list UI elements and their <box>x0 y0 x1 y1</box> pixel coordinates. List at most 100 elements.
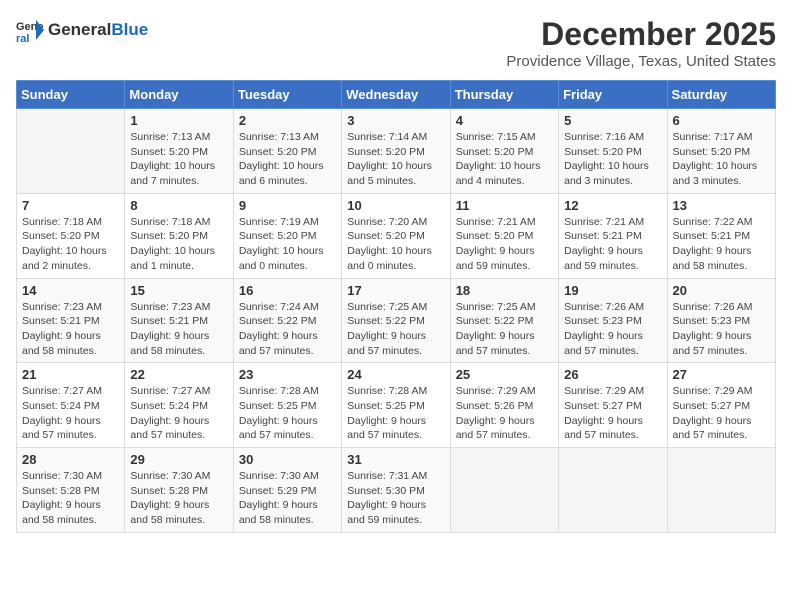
day-number: 23 <box>239 367 336 382</box>
day-number: 25 <box>456 367 553 382</box>
day-info: Sunrise: 7:21 AM Sunset: 5:20 PM Dayligh… <box>456 215 553 274</box>
calendar-cell: 4 Sunrise: 7:15 AM Sunset: 5:20 PM Daylig… <box>450 109 558 194</box>
day-info: Sunrise: 7:26 AM Sunset: 5:23 PM Dayligh… <box>673 300 770 359</box>
day-info: Sunrise: 7:17 AM Sunset: 5:20 PM Dayligh… <box>673 130 770 189</box>
day-number: 13 <box>673 198 770 213</box>
logo: Gene ral GeneralBlue <box>16 16 148 44</box>
calendar-cell: 2 Sunrise: 7:13 AM Sunset: 5:20 PM Daylig… <box>233 109 341 194</box>
week-row-3: 14 Sunrise: 7:23 AM Sunset: 5:21 PM Dayli… <box>17 278 776 363</box>
day-number: 18 <box>456 283 553 298</box>
day-number: 3 <box>347 113 444 128</box>
calendar-cell: 14 Sunrise: 7:23 AM Sunset: 5:21 PM Dayli… <box>17 278 125 363</box>
calendar-cell: 23 Sunrise: 7:28 AM Sunset: 5:25 PM Dayli… <box>233 363 341 448</box>
header-thursday: Thursday <box>450 81 558 109</box>
calendar-cell: 17Sunrise: 7:25 AM Sunset: 5:22 PM Dayli… <box>342 278 450 363</box>
day-number: 22 <box>130 367 227 382</box>
calendar-cell: 27 Sunrise: 7:29 AM Sunset: 5:27 PM Dayli… <box>667 363 775 448</box>
day-number: 14 <box>22 283 119 298</box>
calendar-cell: 21 Sunrise: 7:27 AM Sunset: 5:24 PM Dayli… <box>17 363 125 448</box>
calendar-cell: 31 Sunrise: 7:31 AM Sunset: 5:30 PM Dayli… <box>342 448 450 533</box>
day-info: Sunrise: 7:27 AM Sunset: 5:24 PM Dayligh… <box>22 384 119 443</box>
day-info: Sunrise: 7:28 AM Sunset: 5:25 PM Dayligh… <box>347 384 444 443</box>
day-info: Sunrise: 7:28 AM Sunset: 5:25 PM Dayligh… <box>239 384 336 443</box>
week-row-4: 21 Sunrise: 7:27 AM Sunset: 5:24 PM Dayli… <box>17 363 776 448</box>
day-number: 24 <box>347 367 444 382</box>
day-info: Sunrise: 7:21 AM Sunset: 5:21 PM Dayligh… <box>564 215 661 274</box>
day-number: 5 <box>564 113 661 128</box>
week-row-5: 28 Sunrise: 7:30 AM Sunset: 5:28 PM Dayli… <box>17 448 776 533</box>
day-number: 17 <box>347 283 444 298</box>
day-info: Sunrise: 7:30 AM Sunset: 5:28 PM Dayligh… <box>22 469 119 528</box>
day-info: Sunrise: 7:18 AM Sunset: 5:20 PM Dayligh… <box>22 215 119 274</box>
page-header: Gene ral GeneralBlue December 2025 Provi… <box>16 16 776 70</box>
day-info: Sunrise: 7:30 AM Sunset: 5:28 PM Dayligh… <box>130 469 227 528</box>
day-number: 27 <box>673 367 770 382</box>
calendar-cell <box>17 109 125 194</box>
day-number: 6 <box>673 113 770 128</box>
day-number: 2 <box>239 113 336 128</box>
day-info: Sunrise: 7:14 AM Sunset: 5:20 PM Dayligh… <box>347 130 444 189</box>
header-tuesday: Tuesday <box>233 81 341 109</box>
day-number: 4 <box>456 113 553 128</box>
calendar-cell: 20 Sunrise: 7:26 AM Sunset: 5:23 PM Dayli… <box>667 278 775 363</box>
day-number: 15 <box>130 283 227 298</box>
day-number: 11 <box>456 198 553 213</box>
day-number: 21 <box>22 367 119 382</box>
day-info: Sunrise: 7:29 AM Sunset: 5:27 PM Dayligh… <box>673 384 770 443</box>
calendar-cell <box>450 448 558 533</box>
day-info: Sunrise: 7:24 AM Sunset: 5:22 PM Dayligh… <box>239 300 336 359</box>
calendar-cell: 9Sunrise: 7:19 AM Sunset: 5:20 PM Daylig… <box>233 193 341 278</box>
calendar-cell: 29 Sunrise: 7:30 AM Sunset: 5:28 PM Dayli… <box>125 448 233 533</box>
week-row-1: 1 Sunrise: 7:13 AM Sunset: 5:20 PM Daylig… <box>17 109 776 194</box>
logo-icon: Gene ral <box>16 16 44 44</box>
calendar-header-row: SundayMondayTuesdayWednesdayThursdayFrid… <box>17 81 776 109</box>
day-number: 20 <box>673 283 770 298</box>
day-number: 30 <box>239 452 336 467</box>
day-number: 9 <box>239 198 336 213</box>
day-info: Sunrise: 7:16 AM Sunset: 5:20 PM Dayligh… <box>564 130 661 189</box>
calendar-cell: 19Sunrise: 7:26 AM Sunset: 5:23 PM Dayli… <box>559 278 667 363</box>
calendar-cell: 5 Sunrise: 7:16 AM Sunset: 5:20 PM Daylig… <box>559 109 667 194</box>
svg-text:ral: ral <box>16 33 29 44</box>
title-area: December 2025 Providence Village, Texas,… <box>506 16 776 70</box>
calendar-cell: 3 Sunrise: 7:14 AM Sunset: 5:20 PM Daylig… <box>342 109 450 194</box>
calendar-cell: 22 Sunrise: 7:27 AM Sunset: 5:24 PM Dayli… <box>125 363 233 448</box>
day-number: 31 <box>347 452 444 467</box>
day-number: 28 <box>22 452 119 467</box>
calendar-cell: 7 Sunrise: 7:18 AM Sunset: 5:20 PM Daylig… <box>17 193 125 278</box>
logo-blue: Blue <box>111 20 148 40</box>
calendar-cell <box>667 448 775 533</box>
day-number: 29 <box>130 452 227 467</box>
day-number: 19 <box>564 283 661 298</box>
calendar-cell: 1Sunrise: 7:13 AM Sunset: 5:20 PM Daylig… <box>125 109 233 194</box>
day-info: Sunrise: 7:13 AM Sunset: 5:20 PM Dayligh… <box>239 130 336 189</box>
day-info: Sunrise: 7:25 AM Sunset: 5:22 PM Dayligh… <box>456 300 553 359</box>
day-number: 10 <box>347 198 444 213</box>
day-info: Sunrise: 7:27 AM Sunset: 5:24 PM Dayligh… <box>130 384 227 443</box>
calendar-cell: 8Sunrise: 7:18 AM Sunset: 5:20 PM Daylig… <box>125 193 233 278</box>
day-info: Sunrise: 7:23 AM Sunset: 5:21 PM Dayligh… <box>22 300 119 359</box>
header-monday: Monday <box>125 81 233 109</box>
header-friday: Friday <box>559 81 667 109</box>
day-info: Sunrise: 7:15 AM Sunset: 5:20 PM Dayligh… <box>456 130 553 189</box>
calendar-table: SundayMondayTuesdayWednesdayThursdayFrid… <box>16 80 776 533</box>
day-number: 1 <box>130 113 227 128</box>
day-info: Sunrise: 7:29 AM Sunset: 5:27 PM Dayligh… <box>564 384 661 443</box>
day-info: Sunrise: 7:31 AM Sunset: 5:30 PM Dayligh… <box>347 469 444 528</box>
day-number: 26 <box>564 367 661 382</box>
calendar-cell: 25Sunrise: 7:29 AM Sunset: 5:26 PM Dayli… <box>450 363 558 448</box>
calendar-cell: 16Sunrise: 7:24 AM Sunset: 5:22 PM Dayli… <box>233 278 341 363</box>
calendar-cell: 18 Sunrise: 7:25 AM Sunset: 5:22 PM Dayli… <box>450 278 558 363</box>
day-number: 8 <box>130 198 227 213</box>
calendar-cell: 15 Sunrise: 7:23 AM Sunset: 5:21 PM Dayli… <box>125 278 233 363</box>
calendar-cell: 28 Sunrise: 7:30 AM Sunset: 5:28 PM Dayli… <box>17 448 125 533</box>
day-number: 7 <box>22 198 119 213</box>
day-info: Sunrise: 7:23 AM Sunset: 5:21 PM Dayligh… <box>130 300 227 359</box>
header-wednesday: Wednesday <box>342 81 450 109</box>
day-info: Sunrise: 7:30 AM Sunset: 5:29 PM Dayligh… <box>239 469 336 528</box>
calendar-cell: 26 Sunrise: 7:29 AM Sunset: 5:27 PM Dayli… <box>559 363 667 448</box>
calendar-cell: 24 Sunrise: 7:28 AM Sunset: 5:25 PM Dayli… <box>342 363 450 448</box>
header-saturday: Saturday <box>667 81 775 109</box>
calendar-cell <box>559 448 667 533</box>
week-row-2: 7 Sunrise: 7:18 AM Sunset: 5:20 PM Daylig… <box>17 193 776 278</box>
